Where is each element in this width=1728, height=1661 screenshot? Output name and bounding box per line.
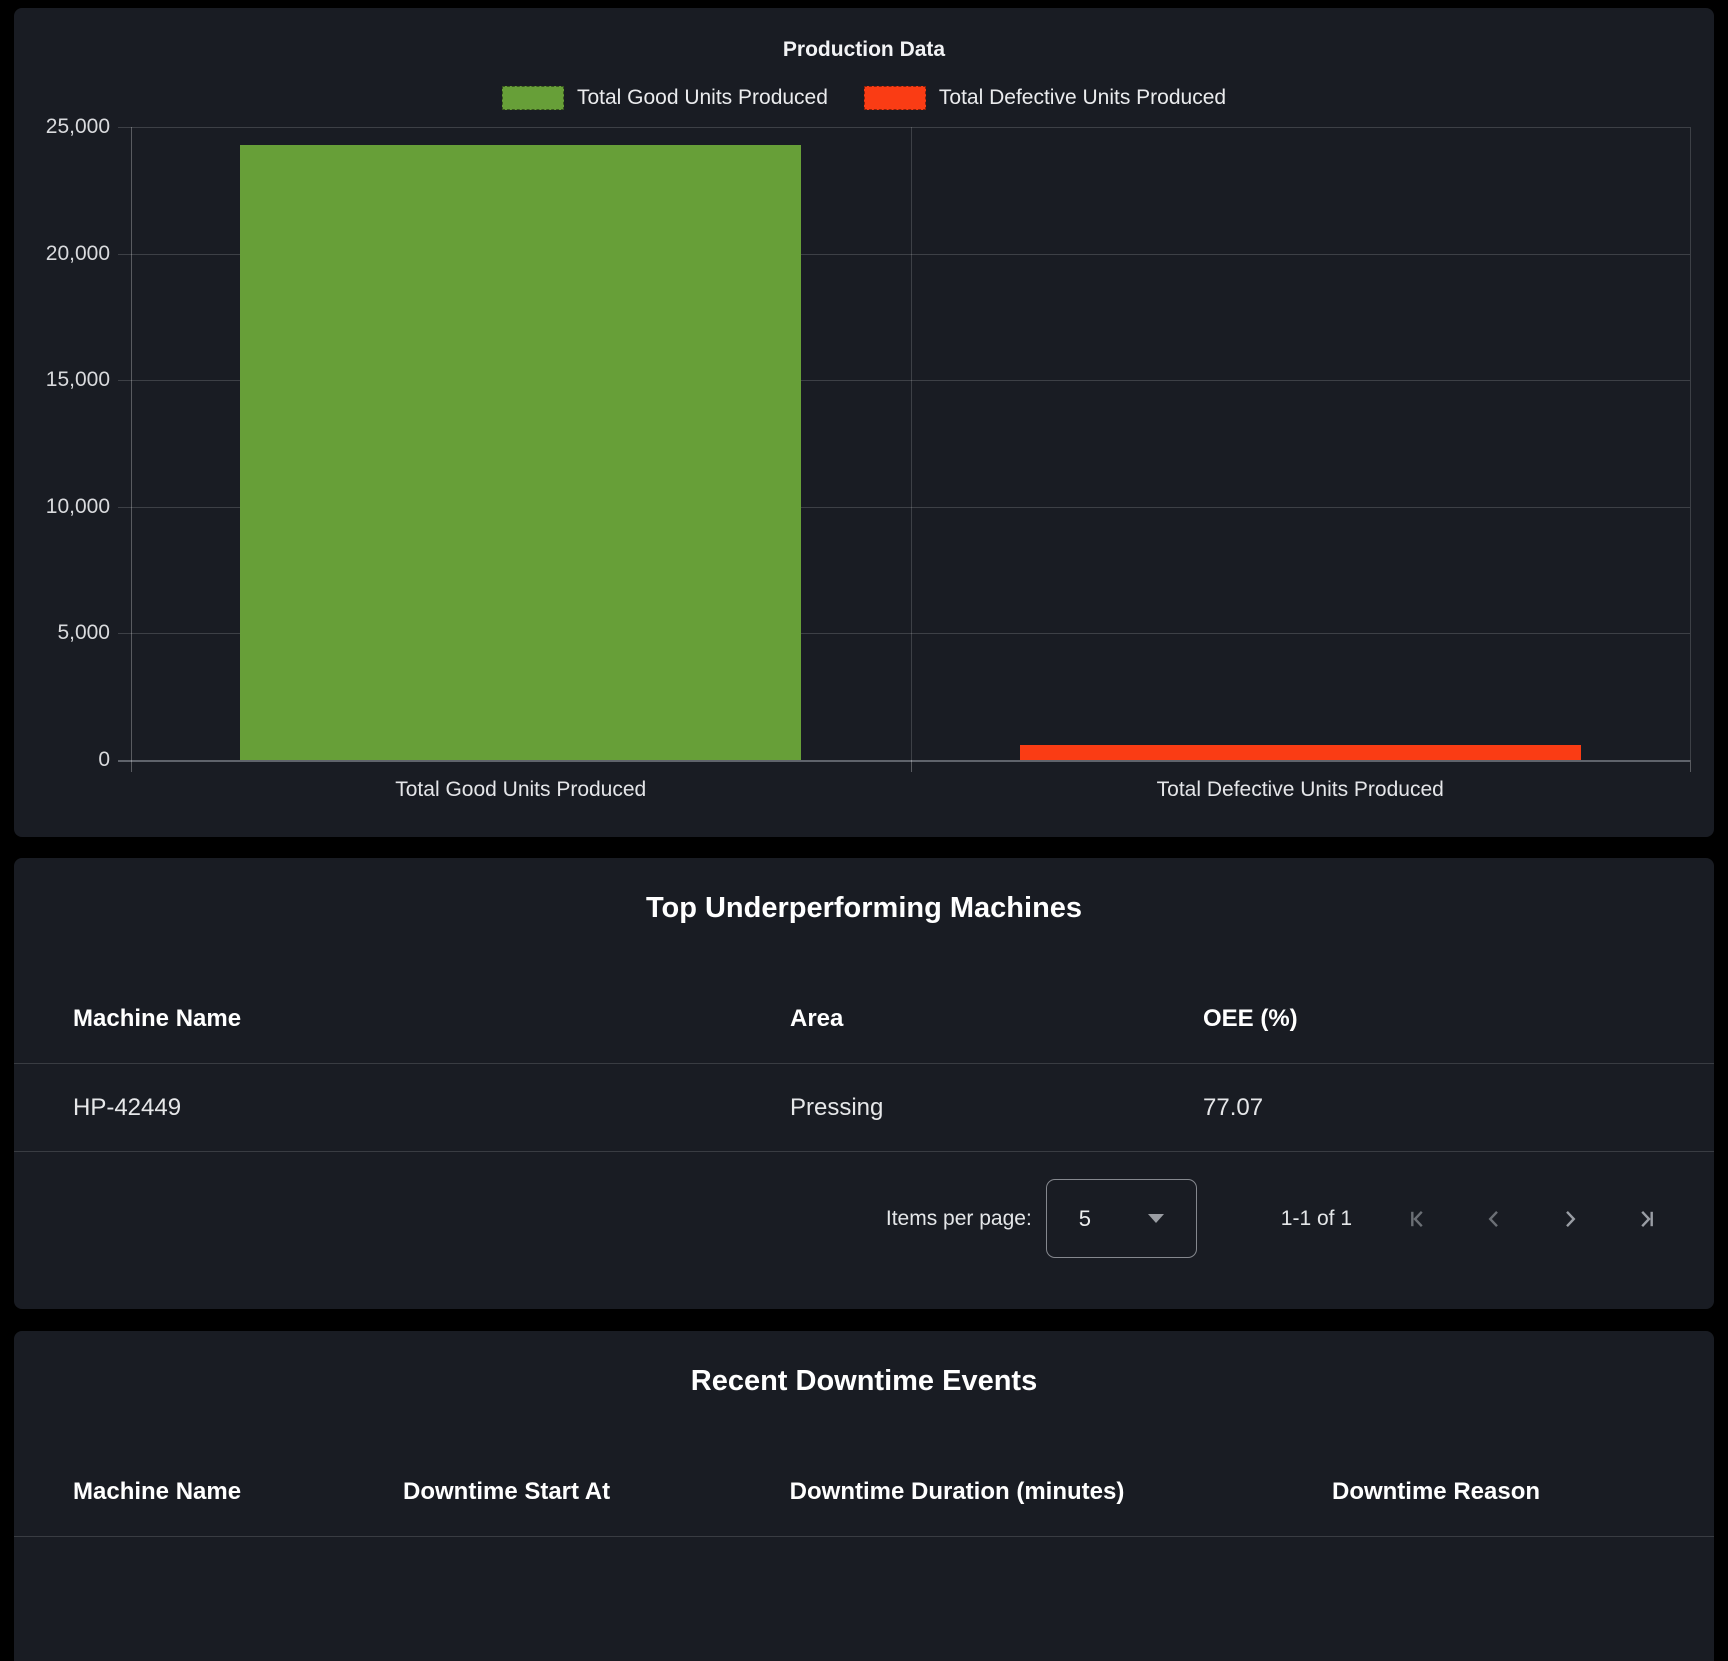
- y-tick-label: 25,000: [14, 115, 110, 139]
- column-header-downtime-start: Downtime Start At: [403, 1447, 610, 1536]
- table-row: HP-42449 Pressing 77.07: [14, 1064, 1714, 1152]
- previous-page-button[interactable]: [1470, 1195, 1518, 1243]
- legend-label: Total Good Units Produced: [577, 86, 828, 110]
- y-tick-label: 20,000: [14, 242, 110, 266]
- last-page-button[interactable]: [1622, 1195, 1670, 1243]
- x-axis-tick: [1690, 760, 1691, 772]
- downtime-events-card: Recent Downtime Events Machine Name Down…: [14, 1331, 1714, 1661]
- y-tick-label: 15,000: [14, 368, 110, 392]
- cell-area: Pressing: [790, 1064, 883, 1151]
- y-tick-label: 5,000: [14, 621, 110, 645]
- machines-table-header-row: Machine Name Area OEE (%): [14, 974, 1714, 1064]
- good-units-swatch: [502, 86, 564, 110]
- column-header-downtime-duration: Downtime Duration (minutes): [790, 1447, 1125, 1536]
- last-page-icon: [1634, 1207, 1658, 1231]
- legend-label: Total Defective Units Produced: [939, 86, 1226, 110]
- defective-units-swatch: [864, 86, 926, 110]
- downtime-table-title: Recent Downtime Events: [14, 1365, 1714, 1398]
- items-per-page-select[interactable]: 5: [1046, 1179, 1197, 1258]
- gridline: [118, 760, 1690, 762]
- underperforming-machines-card: Top Underperforming Machines Machine Nam…: [14, 858, 1714, 1309]
- chart-legend: Total Good Units Produced Total Defectiv…: [14, 86, 1714, 110]
- previous-page-icon: [1482, 1207, 1506, 1231]
- machines-table-title: Top Underperforming Machines: [14, 892, 1714, 925]
- production-chart-card: Production Data Total Good Units Produce…: [14, 8, 1714, 837]
- pagination-bar: Items per page: 5 1-1 of 1: [886, 1179, 1670, 1258]
- column-header-downtime-reason: Downtime Reason: [1332, 1447, 1540, 1536]
- x-axis-tick: [911, 760, 912, 772]
- column-header-machine-name: Machine Name: [73, 974, 241, 1063]
- y-tick-label: 10,000: [14, 495, 110, 519]
- x-axis-label-defective: Total Defective Units Produced: [911, 778, 1691, 802]
- chart-title: Production Data: [14, 38, 1714, 62]
- cell-machine-name: HP-42449: [73, 1064, 181, 1151]
- items-per-page-label: Items per page:: [886, 1207, 1032, 1231]
- bar-row: [131, 127, 1690, 760]
- items-per-page-value: 5: [1079, 1206, 1091, 1232]
- first-page-button[interactable]: [1394, 1195, 1442, 1243]
- column-header-area: Area: [790, 974, 843, 1063]
- legend-item-good[interactable]: Total Good Units Produced: [502, 86, 828, 110]
- y-tick-label: 0: [14, 748, 110, 772]
- column-header-machine-name: Machine Name: [73, 1447, 241, 1536]
- downtime-table-header-row: Machine Name Downtime Start At Downtime …: [14, 1447, 1714, 1537]
- plot-area: [131, 127, 1690, 760]
- next-page-button[interactable]: [1546, 1195, 1594, 1243]
- cell-oee: 77.07: [1203, 1064, 1263, 1151]
- legend-item-defective[interactable]: Total Defective Units Produced: [864, 86, 1226, 110]
- good-units-bar: [240, 145, 801, 760]
- x-axis-tick: [131, 760, 132, 772]
- next-page-icon: [1558, 1207, 1582, 1231]
- bar-cell-defective: [911, 127, 1691, 760]
- right-edge-gridline: [1690, 127, 1691, 760]
- defective-units-bar: [1020, 745, 1581, 760]
- pager-buttons: [1394, 1195, 1670, 1243]
- column-header-oee: OEE (%): [1203, 974, 1298, 1063]
- bar-cell-good: [131, 127, 911, 760]
- y-axis-ticks: 05,00010,00015,00020,00025,000: [14, 127, 110, 760]
- first-page-icon: [1406, 1207, 1430, 1231]
- x-axis-labels: Total Good Units Produced Total Defectiv…: [131, 778, 1690, 802]
- x-axis-label-good: Total Good Units Produced: [131, 778, 911, 802]
- chevron-down-icon: [1148, 1214, 1164, 1223]
- pagination-range-label: 1-1 of 1: [1281, 1207, 1352, 1231]
